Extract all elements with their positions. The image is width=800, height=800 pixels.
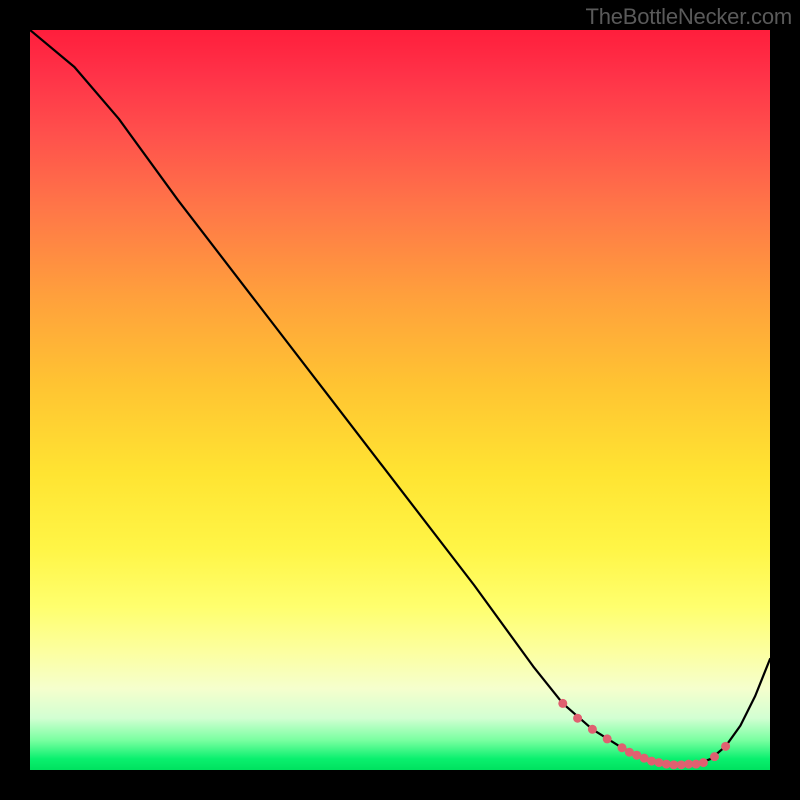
highlight-marker bbox=[710, 752, 719, 761]
watermark-text: TheBottleNecker.com bbox=[585, 4, 792, 30]
marker-group bbox=[558, 699, 730, 769]
highlight-marker bbox=[588, 725, 597, 734]
curve-line bbox=[30, 30, 770, 765]
plot-area bbox=[30, 30, 770, 770]
highlight-marker bbox=[558, 699, 567, 708]
highlight-marker bbox=[573, 714, 582, 723]
highlight-marker bbox=[647, 757, 656, 766]
highlight-marker bbox=[603, 734, 612, 743]
highlight-marker bbox=[655, 758, 664, 767]
highlight-marker bbox=[692, 760, 701, 769]
highlight-marker bbox=[699, 758, 708, 767]
chart-svg bbox=[30, 30, 770, 770]
chart-canvas: TheBottleNecker.com bbox=[0, 0, 800, 800]
highlight-marker bbox=[721, 742, 730, 751]
